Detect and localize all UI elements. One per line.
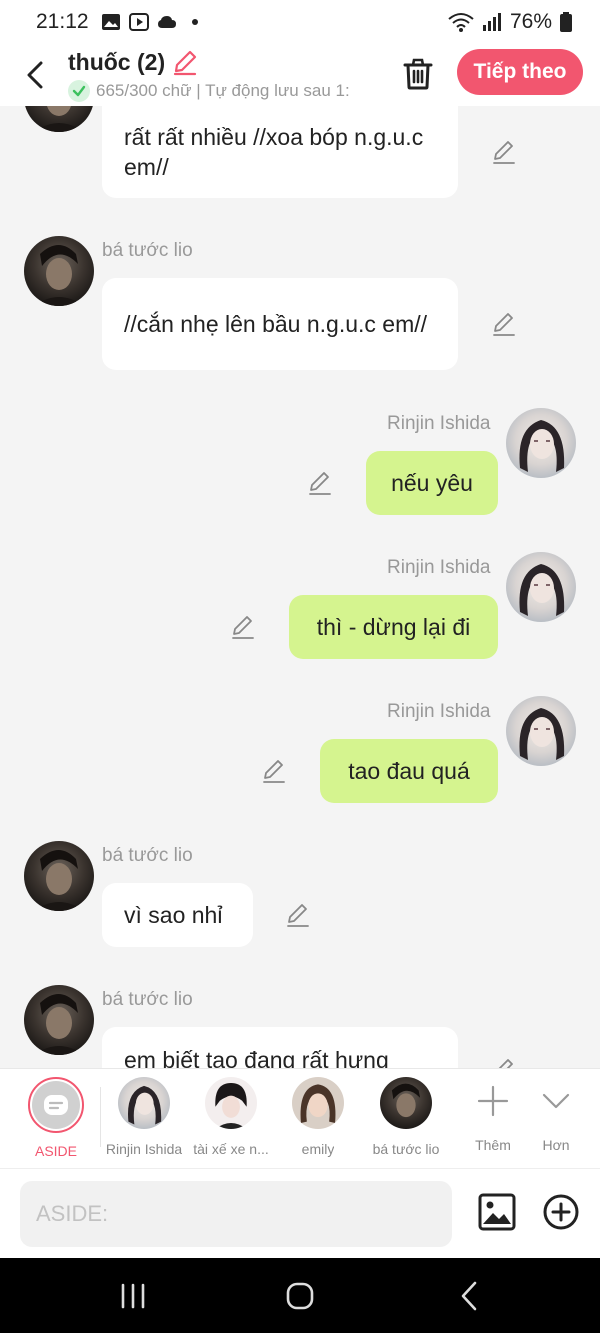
character-tai-xe[interactable]: tài xế xe n... — [192, 1077, 270, 1157]
avatar-rinjin-ishida[interactable] — [506, 408, 576, 478]
chat-area[interactable]: rất rất nhiều //xoa bóp n.g.u.c em// bá … — [0, 106, 600, 1068]
sender-name: bá tước lio — [102, 845, 193, 866]
trash-icon — [403, 58, 433, 90]
cloud-icon — [157, 16, 176, 28]
avatar-ba-tuoc-lio[interactable] — [24, 841, 94, 911]
message-bubble[interactable]: vì sao nhỉ — [102, 883, 253, 947]
edit-icon[interactable] — [229, 613, 257, 641]
character-aside[interactable]: ASIDE — [28, 1077, 84, 1159]
message-bubble[interactable]: tao đau quá — [320, 739, 498, 803]
saved-badge — [68, 80, 90, 102]
signal-icon — [482, 13, 501, 31]
edit-icon[interactable] — [490, 138, 518, 166]
divider — [100, 1087, 101, 1147]
avatar-rinjin-ishida[interactable] — [506, 552, 576, 622]
message-bubble[interactable]: rất rất nhiều //xoa bóp n.g.u.c em// — [102, 106, 458, 198]
home-button[interactable] — [280, 1276, 320, 1316]
page-title: thuốc (2) — [68, 48, 166, 75]
edit-icon[interactable] — [260, 757, 288, 785]
character-label: tài xế xe n... — [193, 1141, 269, 1157]
next-button[interactable]: Tiếp theo — [457, 49, 583, 95]
system-nav-bar — [0, 1258, 600, 1333]
composer — [0, 1168, 600, 1258]
avatar — [205, 1077, 257, 1129]
character-label: emily — [301, 1141, 335, 1157]
plus-icon — [477, 1085, 509, 1117]
notification-icons — [101, 13, 205, 31]
edit-icon[interactable] — [284, 901, 312, 929]
status-bar: 21:12 76% — [0, 0, 600, 44]
message-bubble[interactable]: nếu yêu — [366, 451, 498, 515]
character-ba-tuoc-lio[interactable]: bá tước lio — [370, 1077, 442, 1157]
avatar-ba-tuoc-lio[interactable] — [24, 985, 94, 1055]
gallery-icon — [101, 14, 120, 30]
avatar-ba-tuoc-lio[interactable] — [24, 106, 94, 132]
add-button[interactable] — [542, 1193, 582, 1233]
home-icon — [286, 1282, 314, 1310]
character-label: Rinjin Ishida — [105, 1141, 183, 1157]
avatar — [118, 1077, 170, 1129]
character-label: ASIDE — [34, 1143, 77, 1159]
character-bar: ASIDE Rinjin Ishida tài xế xe n... emily… — [0, 1068, 600, 1168]
avatar-rinjin-ishida[interactable] — [506, 696, 576, 766]
header: thuốc (2) 665/300 chữ | Tự động lưu sau … — [0, 44, 600, 106]
character-label: bá tước lio — [372, 1141, 440, 1157]
back-icon — [27, 61, 43, 89]
message-bubble[interactable]: em biết tao đang rất hưng — [102, 1027, 458, 1068]
attach-image-button[interactable] — [478, 1193, 518, 1233]
more-button[interactable]: Hơn — [532, 1077, 580, 1153]
message-input[interactable] — [20, 1181, 452, 1247]
character-emily[interactable]: emily — [292, 1077, 344, 1157]
aside-avatar — [28, 1077, 84, 1133]
sender-name: Rinjin Ishida — [387, 557, 491, 578]
sender-name: bá tước lio — [102, 240, 193, 261]
delete-button[interactable] — [398, 54, 438, 94]
avatar-ba-tuoc-lio[interactable] — [24, 236, 94, 306]
message-bubble[interactable]: //cắn nhẹ lên bầu n.g.u.c em// — [102, 278, 458, 370]
character-rinjin-ishida[interactable]: Rinjin Ishida — [106, 1077, 182, 1157]
sender-name: Rinjin Ishida — [387, 413, 491, 434]
dot-icon — [191, 19, 198, 25]
video-icon — [128, 13, 149, 31]
sender-name: Rinjin Ishida — [387, 701, 491, 722]
message-bubble[interactable]: thì - dừng lại đi — [289, 595, 498, 659]
recents-button[interactable] — [113, 1276, 153, 1316]
nav-back-icon — [461, 1281, 477, 1311]
chevron-down-icon — [542, 1093, 570, 1109]
nav-back-button[interactable] — [450, 1276, 490, 1316]
word-count-status: 665/300 chữ | Tự động lưu sau 1: — [96, 81, 350, 100]
sender-name: bá tước lio — [102, 989, 193, 1010]
avatar — [292, 1077, 344, 1129]
title-block: thuốc (2) 665/300 chữ | Tự động lưu sau … — [68, 48, 378, 102]
edit-icon[interactable] — [490, 1056, 518, 1068]
battery-icon — [560, 12, 572, 32]
pencil-icon[interactable] — [171, 48, 199, 76]
aside-icon — [44, 1095, 68, 1115]
edit-icon[interactable] — [490, 310, 518, 338]
add-circle-icon — [543, 1194, 579, 1230]
avatar — [380, 1077, 432, 1129]
add-character-button[interactable]: Thêm — [466, 1077, 520, 1153]
battery-level: 76% — [509, 10, 552, 33]
edit-icon[interactable] — [306, 469, 334, 497]
character-label: Thêm — [475, 1137, 511, 1153]
character-label: Hơn — [542, 1137, 570, 1153]
check-icon — [72, 85, 86, 97]
status-time: 21:12 — [36, 10, 89, 33]
recents-icon — [121, 1283, 145, 1309]
wifi-icon — [448, 13, 474, 32]
back-button[interactable] — [6, 46, 64, 104]
image-icon — [478, 1193, 516, 1231]
